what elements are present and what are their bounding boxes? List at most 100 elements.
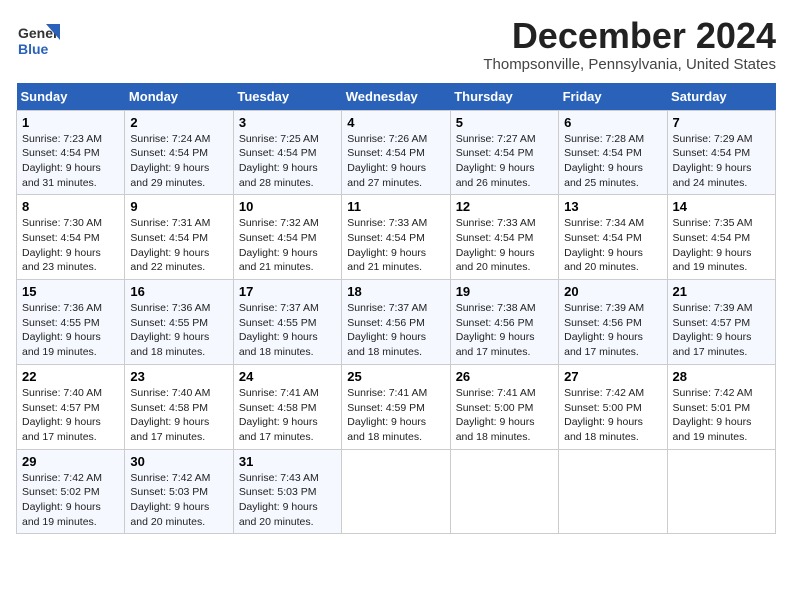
- location-title: Thompsonville, Pennsylvania, United Stat…: [483, 56, 776, 73]
- day-number: 17: [239, 284, 336, 299]
- day-detail: Sunrise: 7:28 AMSunset: 4:54 PMDaylight:…: [564, 132, 661, 191]
- day-number: 24: [239, 369, 336, 384]
- day-number: 30: [130, 454, 227, 469]
- calendar-cell: [342, 449, 450, 534]
- day-detail: Sunrise: 7:34 AMSunset: 4:54 PMDaylight:…: [564, 216, 661, 275]
- day-number: 25: [347, 369, 444, 384]
- calendar-cell: 3 Sunrise: 7:25 AMSunset: 4:54 PMDaylight…: [233, 110, 341, 195]
- calendar-cell: 15Sunrise: 7:36 AMSunset: 4:55 PMDayligh…: [17, 280, 125, 365]
- day-detail: Sunrise: 7:29 AMSunset: 4:54 PMDaylight:…: [673, 132, 770, 191]
- title-block: December 2024 Thompsonville, Pennsylvani…: [483, 16, 776, 73]
- day-number: 26: [456, 369, 553, 384]
- day-number: 4: [347, 115, 444, 130]
- svg-text:Blue: Blue: [18, 41, 49, 57]
- calendar-week-4: 22Sunrise: 7:40 AMSunset: 4:57 PMDayligh…: [17, 364, 776, 449]
- day-number: 12: [456, 199, 553, 214]
- day-detail: Sunrise: 7:39 AMSunset: 4:56 PMDaylight:…: [564, 301, 661, 360]
- day-detail: Sunrise: 7:36 AMSunset: 4:55 PMDaylight:…: [130, 301, 227, 360]
- day-detail: Sunrise: 7:41 AMSunset: 5:00 PMDaylight:…: [456, 386, 553, 445]
- weekday-header-row: SundayMondayTuesdayWednesdayThursdayFrid…: [17, 83, 776, 111]
- weekday-header-wednesday: Wednesday: [342, 83, 450, 111]
- calendar-week-3: 15Sunrise: 7:36 AMSunset: 4:55 PMDayligh…: [17, 280, 776, 365]
- day-number: 23: [130, 369, 227, 384]
- day-number: 20: [564, 284, 661, 299]
- day-number: 29: [22, 454, 119, 469]
- day-detail: Sunrise: 7:43 AMSunset: 5:03 PMDaylight:…: [239, 471, 336, 530]
- day-detail: Sunrise: 7:40 AMSunset: 4:57 PMDaylight:…: [22, 386, 119, 445]
- day-number: 2: [130, 115, 227, 130]
- calendar-cell: 16Sunrise: 7:36 AMSunset: 4:55 PMDayligh…: [125, 280, 233, 365]
- day-number: 31: [239, 454, 336, 469]
- day-number: 5: [456, 115, 553, 130]
- day-number: 19: [456, 284, 553, 299]
- calendar-cell: 5 Sunrise: 7:27 AMSunset: 4:54 PMDaylight…: [450, 110, 558, 195]
- weekday-header-thursday: Thursday: [450, 83, 558, 111]
- calendar-cell: 20 Sunrise: 7:39 AMSunset: 4:56 PMDayligh…: [559, 280, 667, 365]
- day-detail: Sunrise: 7:41 AMSunset: 4:58 PMDaylight:…: [239, 386, 336, 445]
- calendar-cell: 30Sunrise: 7:42 AMSunset: 5:03 PMDayligh…: [125, 449, 233, 534]
- day-detail: Sunrise: 7:33 AMSunset: 4:54 PMDaylight:…: [347, 216, 444, 275]
- day-detail: Sunrise: 7:40 AMSunset: 4:58 PMDaylight:…: [130, 386, 227, 445]
- day-detail: Sunrise: 7:23 AMSunset: 4:54 PMDaylight:…: [22, 132, 119, 191]
- calendar-cell: 22Sunrise: 7:40 AMSunset: 4:57 PMDayligh…: [17, 364, 125, 449]
- calendar-cell: [559, 449, 667, 534]
- day-detail: Sunrise: 7:39 AMSunset: 4:57 PMDaylight:…: [673, 301, 770, 360]
- calendar-cell: 6Sunrise: 7:28 AMSunset: 4:54 PMDaylight…: [559, 110, 667, 195]
- calendar-cell: 8 Sunrise: 7:30 AMSunset: 4:54 PMDaylight…: [17, 195, 125, 280]
- calendar-cell: 10 Sunrise: 7:32 AMSunset: 4:54 PMDayligh…: [233, 195, 341, 280]
- day-detail: Sunrise: 7:37 AMSunset: 4:56 PMDaylight:…: [347, 301, 444, 360]
- calendar-cell: 4Sunrise: 7:26 AMSunset: 4:54 PMDaylight…: [342, 110, 450, 195]
- day-detail: Sunrise: 7:24 AMSunset: 4:54 PMDaylight:…: [130, 132, 227, 191]
- day-number: 13: [564, 199, 661, 214]
- calendar-cell: 12 Sunrise: 7:33 AMSunset: 4:54 PMDayligh…: [450, 195, 558, 280]
- calendar-cell: 24 Sunrise: 7:41 AMSunset: 4:58 PMDayligh…: [233, 364, 341, 449]
- calendar-cell: 21 Sunrise: 7:39 AMSunset: 4:57 PMDayligh…: [667, 280, 775, 365]
- day-detail: Sunrise: 7:42 AMSunset: 5:00 PMDaylight:…: [564, 386, 661, 445]
- day-detail: Sunrise: 7:31 AMSunset: 4:54 PMDaylight:…: [130, 216, 227, 275]
- day-detail: Sunrise: 7:27 AMSunset: 4:54 PMDaylight:…: [456, 132, 553, 191]
- day-number: 8: [22, 199, 119, 214]
- day-detail: Sunrise: 7:25 AMSunset: 4:54 PMDaylight:…: [239, 132, 336, 191]
- day-number: 9: [130, 199, 227, 214]
- day-detail: Sunrise: 7:38 AMSunset: 4:56 PMDaylight:…: [456, 301, 553, 360]
- page-header: General Blue December 2024 Thompsonville…: [16, 16, 776, 73]
- calendar-cell: [450, 449, 558, 534]
- calendar-cell: 2 Sunrise: 7:24 AMSunset: 4:54 PMDaylight…: [125, 110, 233, 195]
- day-detail: Sunrise: 7:36 AMSunset: 4:55 PMDaylight:…: [22, 301, 119, 360]
- calendar-week-2: 8 Sunrise: 7:30 AMSunset: 4:54 PMDaylight…: [17, 195, 776, 280]
- calendar-cell: 23 Sunrise: 7:40 AMSunset: 4:58 PMDayligh…: [125, 364, 233, 449]
- day-detail: Sunrise: 7:37 AMSunset: 4:55 PMDaylight:…: [239, 301, 336, 360]
- calendar-cell: 25Sunrise: 7:41 AMSunset: 4:59 PMDayligh…: [342, 364, 450, 449]
- calendar-cell: 29 Sunrise: 7:42 AMSunset: 5:02 PMDayligh…: [17, 449, 125, 534]
- calendar-table: SundayMondayTuesdayWednesdayThursdayFrid…: [16, 83, 776, 535]
- calendar-cell: 18Sunrise: 7:37 AMSunset: 4:56 PMDayligh…: [342, 280, 450, 365]
- day-number: 7: [673, 115, 770, 130]
- calendar-cell: 26 Sunrise: 7:41 AMSunset: 5:00 PMDayligh…: [450, 364, 558, 449]
- calendar-week-1: 1 Sunrise: 7:23 AMSunset: 4:54 PMDaylight…: [17, 110, 776, 195]
- calendar-cell: 28Sunrise: 7:42 AMSunset: 5:01 PMDayligh…: [667, 364, 775, 449]
- logo: General Blue: [16, 16, 60, 60]
- calendar-cell: 17 Sunrise: 7:37 AMSunset: 4:55 PMDayligh…: [233, 280, 341, 365]
- calendar-cell: 11 Sunrise: 7:33 AMSunset: 4:54 PMDayligh…: [342, 195, 450, 280]
- calendar-cell: 27 Sunrise: 7:42 AMSunset: 5:00 PMDayligh…: [559, 364, 667, 449]
- day-number: 11: [347, 199, 444, 214]
- day-number: 10: [239, 199, 336, 214]
- calendar-cell: 19 Sunrise: 7:38 AMSunset: 4:56 PMDayligh…: [450, 280, 558, 365]
- weekday-header-sunday: Sunday: [17, 83, 125, 111]
- calendar-cell: 14Sunrise: 7:35 AMSunset: 4:54 PMDayligh…: [667, 195, 775, 280]
- day-number: 28: [673, 369, 770, 384]
- weekday-header-tuesday: Tuesday: [233, 83, 341, 111]
- calendar-cell: 31 Sunrise: 7:43 AMSunset: 5:03 PMDayligh…: [233, 449, 341, 534]
- calendar-cell: 9 Sunrise: 7:31 AMSunset: 4:54 PMDaylight…: [125, 195, 233, 280]
- day-number: 14: [673, 199, 770, 214]
- day-detail: Sunrise: 7:33 AMSunset: 4:54 PMDaylight:…: [456, 216, 553, 275]
- day-number: 3: [239, 115, 336, 130]
- day-number: 21: [673, 284, 770, 299]
- day-number: 1: [22, 115, 119, 130]
- day-detail: Sunrise: 7:30 AMSunset: 4:54 PMDaylight:…: [22, 216, 119, 275]
- logo-icon: General Blue: [16, 16, 60, 60]
- weekday-header-saturday: Saturday: [667, 83, 775, 111]
- day-detail: Sunrise: 7:32 AMSunset: 4:54 PMDaylight:…: [239, 216, 336, 275]
- day-detail: Sunrise: 7:42 AMSunset: 5:02 PMDaylight:…: [22, 471, 119, 530]
- day-number: 27: [564, 369, 661, 384]
